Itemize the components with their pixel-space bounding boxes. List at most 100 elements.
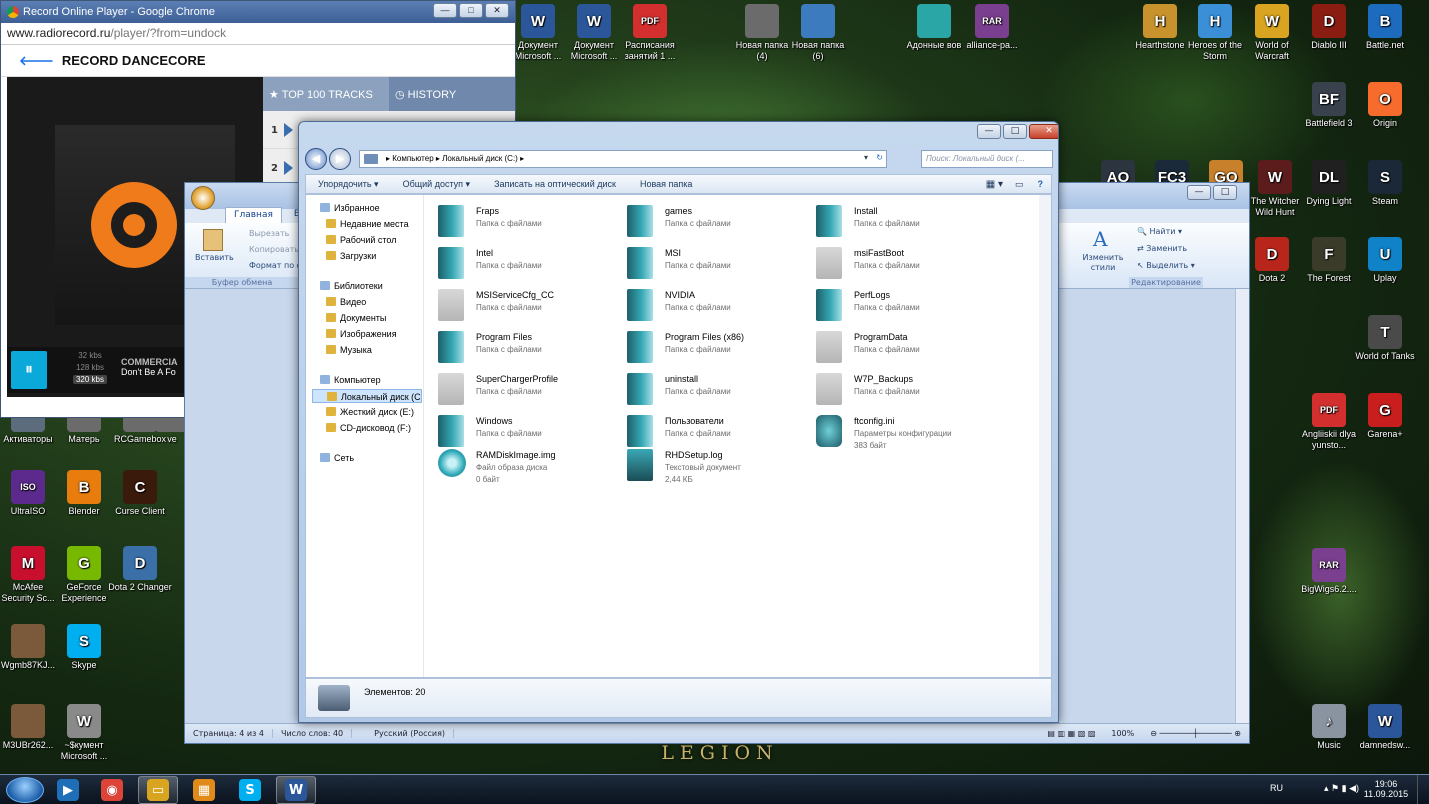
file-item[interactable]: RHDSetup.log Текстовый документ 2,44 КБ [627,447,807,484]
desktop-icon[interactable]: Wgmb87KJ... [0,624,60,671]
file-item[interactable]: PerfLogs Папка с файлами [816,287,996,323]
share-button[interactable]: Общий доступ ▾ [391,179,483,190]
desktop-icon[interactable]: ♪ Music [1297,704,1361,751]
format-painter-button[interactable]: Формат по о [249,261,302,270]
clock[interactable]: 19:06 11.09.2015 [1363,779,1409,799]
file-item[interactable]: ProgramData Папка с файлами [816,329,996,365]
nav-section[interactable]: Компьютер [320,373,416,387]
close-button[interactable]: ✕ [485,3,509,18]
taskbar-skype-button[interactable]: S [230,776,270,804]
start-button[interactable] [6,777,44,803]
breadcrumb-drive[interactable]: Локальный диск (C:) [442,154,518,163]
file-item[interactable]: msiFastBoot Папка с файлами [816,245,996,281]
minimize-button[interactable]: — [977,124,1001,139]
desktop-icon[interactable]: T World of Tanks [1353,315,1417,362]
styles-icon[interactable]: A [1093,227,1115,251]
cut-button[interactable]: Вырезать [249,229,289,238]
desktop-icon[interactable]: M3UBr262... [0,704,60,751]
desktop-icon[interactable]: Новая папка (6) [786,4,850,62]
select-button[interactable]: ↖ Выделить ▾ [1137,261,1195,270]
tray-icons[interactable]: ▴ ⚑ ▮ ◀) [1324,783,1359,794]
file-item[interactable]: W7P_Backups Папка с файлами [816,371,996,407]
taskbar-explorer-button[interactable]: ▭ [138,776,178,804]
desktop-icon[interactable]: O Origin [1353,82,1417,129]
desktop-icon[interactable]: ISO UltraISO [0,470,60,517]
desktop-icon[interactable]: DL Dying Light [1297,160,1361,207]
paste-button[interactable]: Вставить [195,253,234,262]
preview-pane-icon[interactable]: ▭ [1009,179,1030,190]
nav-item[interactable]: Локальный диск (C:) [312,389,422,403]
language-indicator[interactable]: RU [1270,783,1283,793]
play-icon[interactable] [283,161,293,175]
explorer-scrollbar[interactable] [1039,195,1051,677]
desktop-icon[interactable]: W ~$кумент Microsoft ... [52,704,116,762]
file-item[interactable]: games Папка с файлами [627,203,807,239]
bitrate-option[interactable]: 128 kbs [73,363,107,372]
desktop-icon[interactable]: RAR alliance-pa... [960,4,1024,51]
desktop-icon[interactable]: F The Forest [1297,237,1361,284]
minimize-button[interactable]: — [1187,185,1211,200]
desktop-icon[interactable]: W Документ Microsoft ... [562,4,626,62]
vertical-scrollbar[interactable] [1235,289,1249,723]
desktop-icon[interactable]: C Curse Client [108,470,172,517]
file-item[interactable]: uninstall Папка с файлами [627,371,807,407]
address-bar[interactable]: www.radiorecord.ru/player/?from=undock [1,23,515,45]
zoom-level[interactable]: 100% [1103,729,1142,738]
minimize-button[interactable]: — [433,3,457,18]
file-item[interactable]: Program Files Папка с файлами [438,329,618,365]
nav-item[interactable]: CD-дисковод (F:) [326,421,422,435]
search-input[interactable]: Поиск: Локальный диск (... [921,150,1053,168]
file-item[interactable]: NVIDIA Папка с файлами [627,287,807,323]
desktop-icon[interactable]: BF Battlefield 3 [1297,82,1361,129]
paste-icon[interactable] [203,229,223,251]
nav-section[interactable]: Библиотеки [320,279,416,293]
nav-item[interactable]: Документы [326,311,422,325]
bitrate-option[interactable]: 32 kbs [73,351,107,360]
desktop-icon[interactable]: G Garena+ [1353,393,1417,440]
zoom-slider[interactable]: ⊖ ───────┼─────── ⊕ [1142,729,1249,738]
desktop-icon[interactable]: Адонные вов [902,4,966,51]
desktop-icon[interactable]: PDF Angliiskii dlya yunsto... [1297,393,1361,451]
word-count[interactable]: Число слов: 40 [273,729,353,738]
view-buttons[interactable]: ▤ ▥ ▦ ▧ ▨ [1039,729,1103,738]
desktop-icon[interactable]: B Battle.net [1353,4,1417,51]
maximize-button[interactable]: □ [1003,124,1027,139]
file-item[interactable]: SuperChargerProfile Папка с файлами [438,371,618,407]
desktop-icon[interactable]: H Heroes of the Storm [1183,4,1247,62]
pause-button[interactable]: ⏸ [11,351,47,389]
taskbar-chrome-button[interactable]: ◉ [92,776,132,804]
bitrate-option-selected[interactable]: 320 kbs [73,375,107,384]
nav-section[interactable]: Избранное [320,201,416,215]
find-button[interactable]: 🔍 Найти ▾ [1137,227,1182,236]
office-button[interactable] [191,186,215,210]
file-item[interactable]: ftconfig.ini Параметры конфигурации 383 ба… [816,413,996,450]
nav-item[interactable]: Недавние места [326,217,422,231]
file-item[interactable]: Windows Папка с файлами [438,413,618,449]
explorer-window[interactable]: — □ ✕ ◀ ▶ ▸ Компьютер ▸ Локальный диск (… [298,121,1059,723]
tab-history[interactable]: ◷ HISTORY [389,77,515,111]
nav-item[interactable]: Загрузки [326,249,422,263]
nav-item[interactable]: Рабочий стол [326,233,422,247]
close-button[interactable]: ✕ [1029,124,1058,139]
nav-item[interactable]: Жесткий диск (E:) [326,405,422,419]
views-icon[interactable]: ▦ ▾ [980,179,1009,190]
page-count[interactable]: Страница: 4 из 4 [185,729,273,738]
play-icon[interactable] [283,123,293,137]
desktop-icon[interactable]: Новая папка (4) [730,4,794,62]
file-item[interactable]: Пользователи Папка с файлами [627,413,807,449]
show-desktop-button[interactable] [1417,775,1429,804]
taskbar-apps-grid-button[interactable]: ▦ [184,776,224,804]
burn-button[interactable]: Записать на оптический диск [482,179,628,189]
tab-home[interactable]: Главная [225,207,282,223]
desktop-icon[interactable]: D Diablo III [1297,4,1361,51]
organize-button[interactable]: Упорядочить ▾ [306,179,391,190]
tab-top100[interactable]: ★ TOP 100 TRACKS [263,77,389,111]
address-dropdown-icon[interactable]: ▾ [864,153,868,162]
desktop-icon[interactable]: G GeForce Experience [52,546,116,604]
desktop-icon[interactable]: Wdamnedsw... [1353,704,1417,751]
breadcrumb-computer[interactable]: Компьютер [392,154,433,163]
file-item[interactable]: Intel Папка с файлами [438,245,618,281]
desktop-icon[interactable]: PDF Расписания занятий 1 ... [618,4,682,62]
new-folder-button[interactable]: Новая папка [628,179,704,189]
language[interactable]: Русский (Россия) [366,729,455,738]
